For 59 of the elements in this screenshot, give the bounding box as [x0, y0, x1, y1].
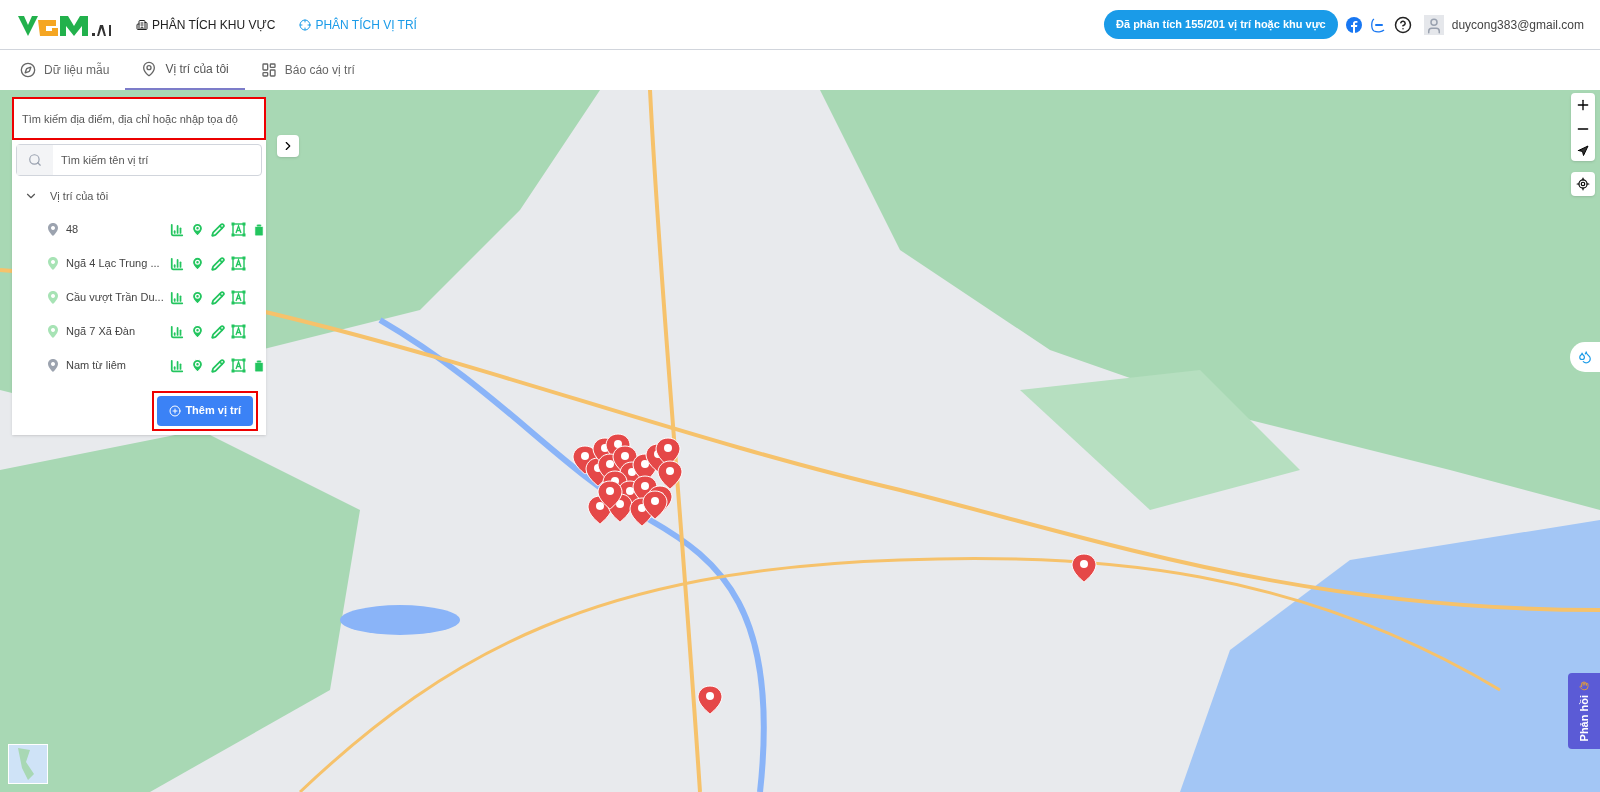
- feedback-tab[interactable]: Phản hồi: [1568, 673, 1600, 749]
- map-marker-icon[interactable]: [1071, 553, 1097, 583]
- map-pin-icon[interactable]: [190, 358, 205, 373]
- plus-circle-icon: [169, 404, 182, 417]
- droplets-icon: [1578, 350, 1592, 364]
- nav-link[interactable]: PHÂN TÍCH KHU VỰC: [136, 15, 276, 34]
- delete-icon[interactable]: [252, 358, 266, 373]
- zoom-in-icon[interactable]: [1575, 97, 1591, 113]
- locate-icon: [1576, 177, 1590, 191]
- avatar[interactable]: [1423, 14, 1444, 35]
- facebook-icon[interactable]: [1345, 16, 1362, 33]
- text-frame-icon[interactable]: [231, 222, 246, 237]
- delete-icon[interactable]: [252, 222, 266, 237]
- search-icon: [28, 153, 42, 167]
- map-pin-icon[interactable]: [190, 222, 205, 237]
- text-frame-icon[interactable]: [231, 256, 246, 271]
- help-icon[interactable]: [1393, 15, 1412, 34]
- chart-icon[interactable]: [170, 290, 184, 305]
- chart-icon[interactable]: [170, 358, 184, 373]
- chat-icon[interactable]: [1369, 16, 1386, 33]
- map-pin-icon[interactable]: [190, 290, 205, 305]
- map-marker-cluster[interactable]: [572, 433, 683, 527]
- edit-icon[interactable]: [211, 290, 225, 305]
- text-frame-icon[interactable]: [231, 324, 246, 339]
- expand-button[interactable]: [277, 135, 299, 157]
- crosshair-icon: [299, 18, 312, 31]
- location-search-box[interactable]: Tìm kiếm tên vị trí: [16, 144, 262, 176]
- add-location-button[interactable]: Thêm vị trí: [157, 395, 253, 426]
- dashboard-icon: [260, 62, 277, 78]
- map-pin-icon[interactable]: [190, 324, 205, 339]
- map-pin-icon: [141, 61, 158, 77]
- chart-icon[interactable]: [170, 222, 184, 237]
- map-pin-icon[interactable]: [190, 256, 205, 271]
- text-frame-icon[interactable]: [231, 290, 246, 305]
- edit-icon[interactable]: [211, 256, 225, 271]
- minimap-icon[interactable]: [8, 744, 48, 784]
- map-marker-icon[interactable]: [697, 685, 723, 715]
- chart-icon[interactable]: [170, 324, 184, 339]
- user-email: duycong383@gmail.com: [1451, 16, 1584, 34]
- location-name[interactable]: Ngã 7 Xã Đàn: [66, 323, 166, 340]
- location-name[interactable]: 48: [66, 221, 166, 238]
- map-search-field[interactable]: Tìm kiếm địa điểm, địa chỉ hoặc nhập tọa độ: [12, 97, 266, 140]
- location-name[interactable]: Ngã 4 Lạc Trung ...: [66, 255, 166, 272]
- building-icon: [136, 18, 148, 31]
- text-frame-icon[interactable]: [231, 358, 246, 373]
- locate-button[interactable]: [1571, 172, 1595, 196]
- edit-icon[interactable]: [211, 324, 225, 339]
- edit-icon[interactable]: [211, 222, 225, 237]
- weather-button[interactable]: [1570, 342, 1600, 372]
- location-name[interactable]: Cầu vượt Trần Du...: [66, 289, 166, 306]
- hand-icon: [1578, 681, 1590, 691]
- quota-badge: Đã phân tích 155/201 vị trí hoặc khu vực: [1104, 10, 1338, 39]
- tab[interactable]: Dữ liệu mẫu: [20, 50, 126, 90]
- tab[interactable]: Báo cáo vị trí: [244, 50, 371, 90]
- chart-icon[interactable]: [170, 256, 184, 271]
- edit-icon[interactable]: [211, 358, 225, 373]
- location-name[interactable]: Nam từ liêm: [66, 357, 166, 374]
- group-toggle[interactable]: Vị trí của tôi: [24, 188, 109, 205]
- location-search-field[interactable]: Tìm kiếm tên vị trí: [53, 145, 261, 175]
